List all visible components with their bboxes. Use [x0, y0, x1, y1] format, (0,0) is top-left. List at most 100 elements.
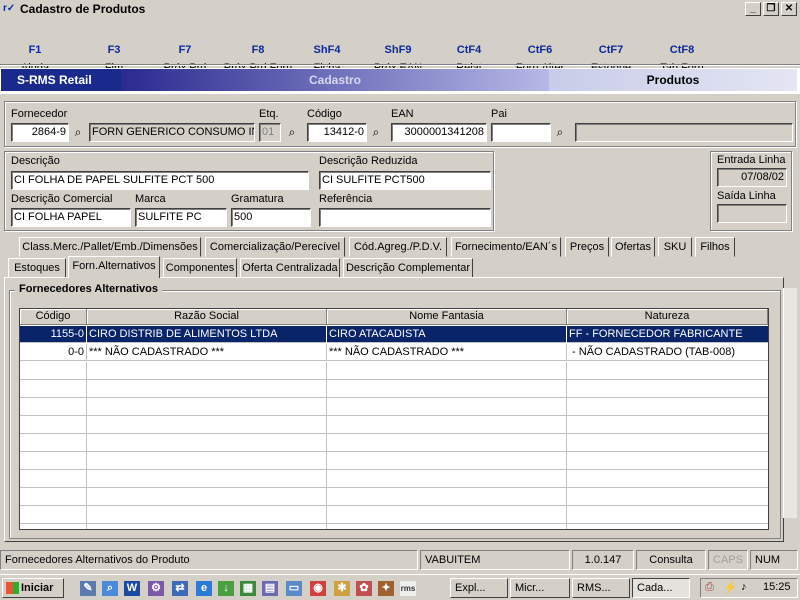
- start-button[interactable]: Iniciar: [2, 578, 64, 598]
- utility-icon[interactable]: ✦: [378, 581, 394, 596]
- binoculars-icon[interactable]: ⌕: [283, 123, 301, 141]
- descricao-comercial-field[interactable]: CI FOLHA PAPEL: [11, 208, 131, 227]
- toolbar-key: F1: [28, 44, 42, 56]
- panel-title: Fornecedores Alternativos: [15, 283, 162, 295]
- maximize-button[interactable]: ❐: [763, 2, 779, 16]
- download-icon[interactable]: ↓: [218, 581, 234, 596]
- referencia-field[interactable]: [319, 208, 491, 227]
- graphics-icon[interactable]: ✿: [356, 581, 372, 596]
- fornecedor-code-field[interactable]: 2864-9: [11, 123, 69, 142]
- table-row[interactable]: 0-0 *** NÃO CADASTRADO *** *** NÃO CADAS…: [20, 344, 768, 361]
- status-message: Fornecedores Alternativos do Produto: [0, 550, 418, 570]
- column-header-nome-fantasia[interactable]: Nome Fantasia: [327, 309, 567, 325]
- tab-fornecimento-eans[interactable]: Fornecimento/EAN´s: [451, 237, 561, 257]
- tools-icon[interactable]: ✱: [334, 581, 350, 596]
- minimize-button[interactable]: _: [745, 2, 761, 16]
- binoculars-icon[interactable]: ⌕: [551, 123, 569, 141]
- codigo-field[interactable]: 13412-0: [307, 123, 367, 142]
- descricao-reduzida-field[interactable]: CI SULFITE PCT500: [319, 171, 491, 190]
- binoculars-icon[interactable]: ⌕: [69, 123, 87, 141]
- browser-icon[interactable]: e: [196, 581, 212, 596]
- entrada-linha-label: Entrada Linha: [717, 154, 786, 166]
- tab-forn-alternativos[interactable]: Forn.Alternativos: [68, 256, 160, 278]
- status-user: VABUITEM: [420, 550, 570, 570]
- empty-rows: [20, 362, 768, 529]
- section-name: Cadastro: [121, 69, 549, 91]
- tab-ofertas[interactable]: Ofertas: [611, 237, 655, 257]
- toolbar-key: ShF9: [384, 44, 412, 56]
- tab-estoques[interactable]: Estoques: [8, 258, 66, 278]
- fornecedor-name-field: FORN GENERICO CONSUMO INTERNO: [89, 123, 255, 142]
- tab-componentes[interactable]: Componentes: [163, 258, 237, 278]
- tab-precos[interactable]: Preços: [565, 237, 609, 257]
- chart-app-icon[interactable]: ▤: [262, 581, 278, 596]
- toolbar-key: F3: [107, 44, 121, 56]
- rms-app-icon[interactable]: r✓: [3, 3, 17, 15]
- descricao-field[interactable]: CI FOLHA DE PAPEL SULFITE PCT 500: [11, 171, 309, 190]
- task-rms[interactable]: RMS...: [572, 578, 630, 598]
- close-button[interactable]: ✕: [781, 2, 797, 16]
- cell-codigo[interactable]: 1155-0: [20, 326, 87, 343]
- task-cadastro[interactable]: Cada...: [632, 578, 690, 598]
- saida-linha-label: Saída Linha: [717, 190, 776, 202]
- column-divider: [86, 362, 87, 529]
- binoculars-icon[interactable]: ⌕: [367, 123, 385, 141]
- start-label: Iniciar: [21, 582, 54, 594]
- cell-natureza[interactable]: - NÃO CADASTRADO (TAB-008): [567, 344, 768, 361]
- ean-label: EAN: [391, 108, 414, 120]
- ean-field[interactable]: 3000001341208: [391, 123, 487, 142]
- tray-network-icon[interactable]: ⚡: [723, 581, 737, 594]
- taskbar: Iniciar ✎ ⌕ W ⚙ ⇄ e ↓ ▦ ▤ ▭ ◉ ✱ ✿ ✦ rms …: [0, 574, 800, 600]
- word-icon[interactable]: W: [124, 581, 140, 596]
- etq-field[interactable]: 01: [259, 123, 281, 142]
- network-icon[interactable]: ⇄: [172, 581, 188, 596]
- status-version: 1.0.147: [572, 550, 634, 570]
- media-icon[interactable]: ◉: [310, 581, 326, 596]
- clock[interactable]: 15:25: [763, 581, 791, 593]
- windows-flag-icon: [6, 582, 19, 594]
- tab-class-merc[interactable]: Class.Merc./Pallet/Emb./Dimensões: [19, 237, 201, 257]
- alternative-suppliers-table[interactable]: Código Razão Social Nome Fantasia Nature…: [19, 308, 769, 530]
- tray-printer-icon[interactable]: ⎙: [705, 581, 714, 594]
- cell-natureza[interactable]: FF - FORNECEDOR FABRICANTE: [567, 326, 768, 343]
- vertical-scrollbar[interactable]: [783, 288, 797, 518]
- cell-nome-fantasia[interactable]: CIRO ATACADISTA: [327, 326, 567, 343]
- toolbar-key: CtF4: [456, 44, 482, 56]
- toolbar-key: CtF7: [598, 44, 624, 56]
- task-explorer[interactable]: Expl...: [450, 578, 508, 598]
- gramatura-field[interactable]: 500: [231, 208, 311, 227]
- column-header-codigo[interactable]: Código: [20, 309, 87, 325]
- cell-razao-social[interactable]: CIRO DISTRIB DE ALIMENTOS LTDA: [87, 326, 327, 343]
- tab-filhos[interactable]: Filhos: [695, 237, 735, 257]
- referencia-label: Referência: [319, 193, 373, 205]
- codigo-label: Código: [307, 108, 342, 120]
- tab-comercializacao[interactable]: Comercialização/Perecível: [205, 237, 345, 257]
- settings-icon[interactable]: ⚙: [148, 581, 164, 596]
- gramatura-label: Gramatura: [231, 193, 284, 205]
- grid-app-icon[interactable]: ▦: [240, 581, 256, 596]
- cell-razao-social[interactable]: *** NÃO CADASTRADO ***: [87, 344, 327, 361]
- module-name: Produtos: [549, 69, 797, 91]
- cell-codigo[interactable]: 0-0: [20, 344, 87, 361]
- fornecedor-label: Fornecedor: [11, 108, 68, 120]
- tab-sku[interactable]: SKU: [658, 237, 692, 257]
- monitor-icon[interactable]: ▭: [286, 581, 302, 596]
- search-icon[interactable]: ⌕: [102, 581, 118, 596]
- tab-cod-agreg[interactable]: Cód.Agreg./P.D.V.: [349, 237, 447, 257]
- rms-icon[interactable]: rms: [400, 581, 416, 596]
- entrada-linha-field: 07/08/02: [717, 168, 787, 187]
- table-row[interactable]: 1155-0 CIRO DISTRIB DE ALIMENTOS LTDA CI…: [20, 326, 768, 343]
- tab-oferta-centralizada[interactable]: Oferta Centralizada: [240, 258, 340, 278]
- tray-volume-icon[interactable]: ♪: [741, 581, 747, 593]
- task-microsoft[interactable]: Micr...: [510, 578, 570, 598]
- column-header-natureza[interactable]: Natureza: [567, 309, 768, 325]
- cell-nome-fantasia[interactable]: *** NÃO CADASTRADO ***: [327, 344, 567, 361]
- tab-descricao-complementar[interactable]: Descrição Complementar: [343, 258, 473, 278]
- notepad-icon[interactable]: ✎: [80, 581, 96, 596]
- column-header-razao-social[interactable]: Razão Social: [87, 309, 327, 325]
- marca-field[interactable]: SULFITE PC: [135, 208, 227, 227]
- toolbar-key: F7: [178, 44, 192, 56]
- toolbar-key: F8: [251, 44, 265, 56]
- status-num: NUM: [750, 550, 798, 570]
- pai-field[interactable]: [491, 123, 551, 142]
